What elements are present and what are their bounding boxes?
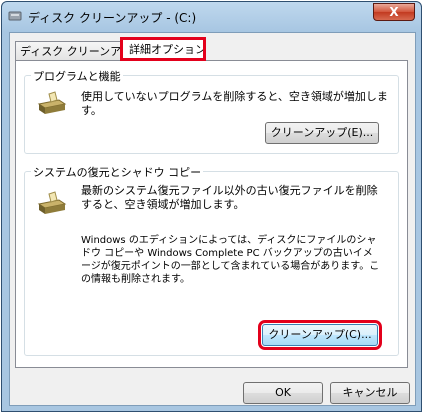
- cleanup-programs-button[interactable]: クリーンアップ(E)...: [265, 122, 379, 144]
- cleanup-restore-button[interactable]: クリーンアップ(C)...: [258, 320, 382, 350]
- shadow-copy-note: Windows のエディションによっては、ディスクにファイルのシャドウ コピーや…: [81, 235, 380, 285]
- cancel-button[interactable]: キャンセル: [330, 382, 410, 404]
- window-title: ディスク クリーンアップ - (C:): [28, 11, 197, 25]
- title-bar[interactable]: ディスク クリーンアップ - (C:) X: [2, 2, 421, 32]
- dialog-client: ディスク クリーンアップ プログラムと機能 使用していないプログラムを削除すると…: [9, 32, 416, 406]
- group-title: プログラムと機能: [31, 68, 123, 84]
- close-button[interactable]: X: [373, 3, 415, 21]
- programs-features-group: プログラムと機能 使用していないプログラムを削除すると、空き領域が増加します。 …: [24, 68, 399, 154]
- disk-icon: [8, 10, 22, 22]
- tab-advanced-options[interactable]: 詳細オプション: [120, 37, 206, 61]
- tab-panel: プログラムと機能 使用していないプログラムを削除すると、空き領域が増加します。 …: [15, 60, 408, 368]
- ok-button[interactable]: OK: [243, 382, 323, 404]
- dialog-window: ディスク クリーンアップ - (C:) X ディスク クリーンアップ プログラム…: [1, 1, 422, 412]
- group-title: システムの復元とシャドウ コピー: [31, 164, 204, 180]
- group-description: 使用していないプログラムを削除すると、空き領域が増加します。: [81, 90, 388, 117]
- group-description: 最新のシステム復元ファイル以外の古い復元ファイルを削除すると、空き領域が増加しま…: [81, 184, 378, 211]
- system-restore-group: システムの復元とシャドウ コピー 最新のシステム復元ファイル以外の古い復元ファイ…: [24, 164, 399, 356]
- drive-cleanup-icon: [35, 90, 67, 118]
- drive-cleanup-icon: [35, 190, 67, 218]
- tab-disk-cleanup[interactable]: ディスク クリーンアップ: [15, 41, 122, 61]
